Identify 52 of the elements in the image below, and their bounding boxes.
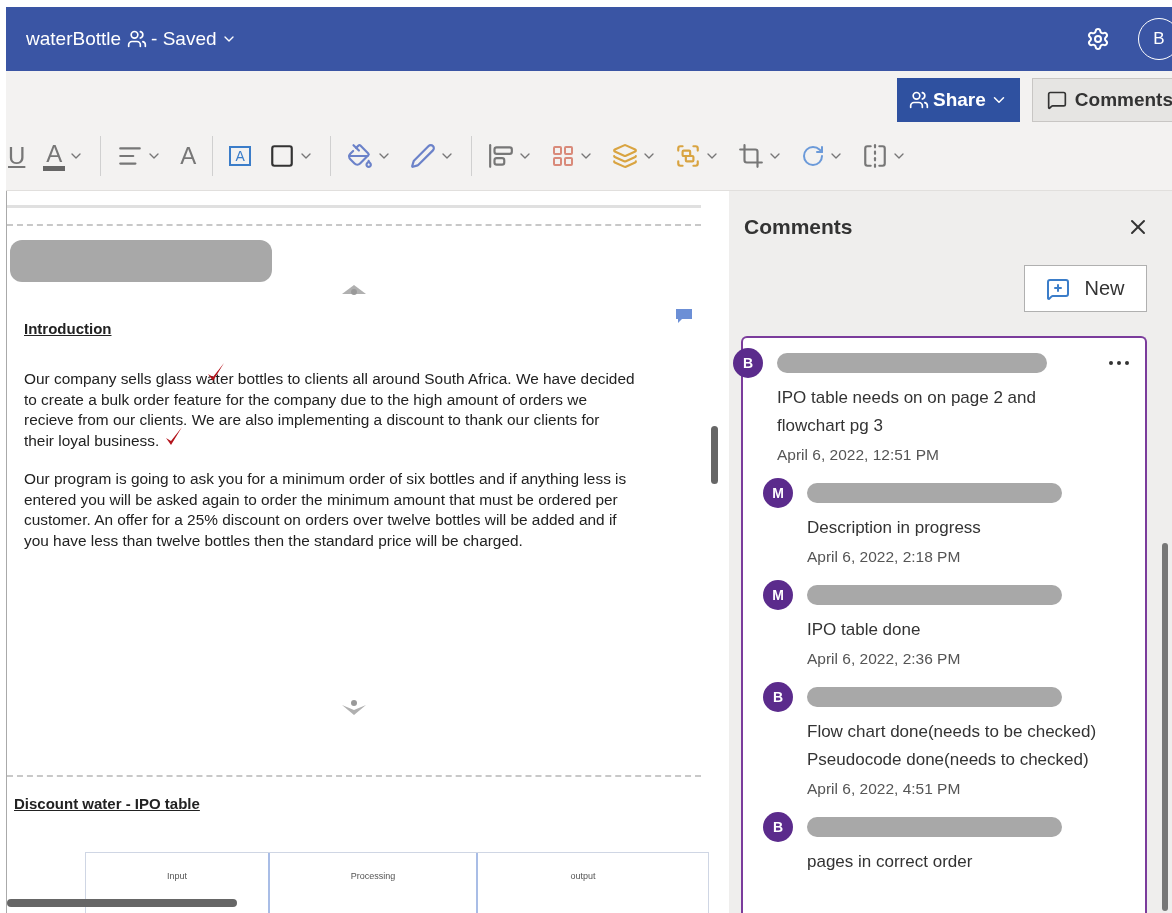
scrollbar[interactable] <box>711 426 718 484</box>
square-icon <box>268 143 295 169</box>
comment-text: Description in progress <box>807 517 982 539</box>
section-heading: Introduction <box>24 320 113 337</box>
comment-date: April 6, 2022, 2:36 PM <box>807 650 962 668</box>
grow-font-tool[interactable]: A <box>178 136 199 176</box>
section-heading: Discount water - IPO table <box>14 795 201 812</box>
paint-bucket-icon <box>346 143 373 169</box>
avatar: B <box>763 812 793 842</box>
people-icon <box>909 90 929 110</box>
more-button[interactable] <box>1109 361 1129 365</box>
grid-icon <box>550 144 575 168</box>
people-icon <box>127 29 148 49</box>
document-name[interactable]: waterBottle <box>26 28 122 50</box>
comment-text: IPO table done <box>807 619 922 641</box>
share-button[interactable]: Share <box>897 78 1020 122</box>
speech-bubble-icon <box>1046 90 1067 110</box>
collapse-icon[interactable] <box>340 282 368 296</box>
comment-text: IPO table needs on on page 2 and flowchart pg 3 <box>777 387 1037 437</box>
font-color-tool[interactable]: A <box>41 136 87 176</box>
table-header: output <box>569 870 597 883</box>
avatar: M <box>763 478 793 508</box>
new-comment-button[interactable]: New <box>1024 265 1147 312</box>
align-left-icon <box>487 143 514 169</box>
group-icon <box>674 143 701 169</box>
underline-tool[interactable]: U <box>6 136 28 176</box>
comment-date: April 6, 2022, 2:18 PM <box>807 548 962 566</box>
save-status[interactable]: - Saved <box>151 28 237 50</box>
crop-icon <box>737 143 764 169</box>
text-box-tool[interactable]: A <box>227 136 253 176</box>
flip-icon <box>861 143 888 169</box>
settings-icon[interactable] <box>1086 27 1110 51</box>
comments-button[interactable]: Comments <box>1031 78 1172 122</box>
avatar: B <box>733 348 763 378</box>
comment-date: April 6, 2022, 12:51 PM <box>777 446 940 464</box>
table-header: Processing <box>270 853 478 913</box>
paragraph: Our company sells glass water bottles to clients all around South Africa. We have decided to create a bulk order feature for the company due to the high amount of orders we recieve from our clients. We are also implementing a discount to thank our clients for their loyal business. <box>24 369 721 451</box>
comment-text: Flow chart done(needs to be checked) Pseudocode done(needs to checked) <box>807 721 1098 771</box>
comment-marker-icon[interactable] <box>675 308 693 324</box>
scrollbar[interactable] <box>7 899 237 907</box>
paragraph: Our program is going to ask you for a minimum order of six bottles and if anything less is entered you will be asked again to order the minimum amount that must be ordered per customer. An offer for a 25% discount on orders over twelve bottles will be added and if you have less than twelve bottles then the standard price will be charged. <box>24 469 628 551</box>
layers-icon <box>611 143 638 169</box>
comment-date: April 6, 2022, 4:51 PM <box>807 780 962 798</box>
scrollbar[interactable] <box>1162 543 1168 911</box>
rotate-icon <box>800 144 825 168</box>
pen-icon <box>409 143 436 169</box>
avatar: B <box>763 682 793 712</box>
avatar: M <box>763 580 793 610</box>
pane-title: Comments <box>744 215 853 239</box>
comment-text: pages in correct order <box>807 851 974 873</box>
new-comment-icon <box>1046 276 1071 301</box>
more-icon <box>1109 361 1129 365</box>
